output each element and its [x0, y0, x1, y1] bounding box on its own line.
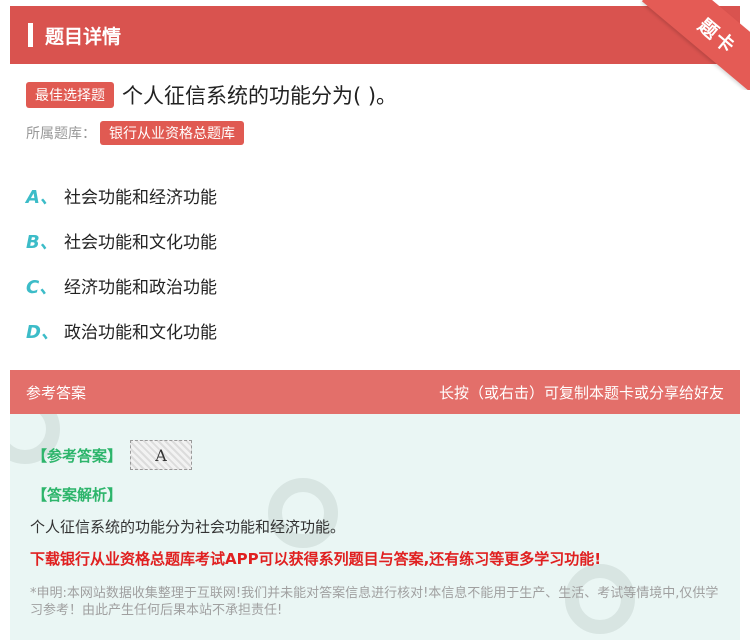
analysis-label: 【答案解析】: [32, 486, 123, 504]
question-type-tag: 最佳选择题: [26, 82, 114, 108]
answer-header-label: 参考答案: [26, 383, 87, 402]
option-letter: D、: [26, 321, 59, 343]
option-text: 社会功能和经济功能: [64, 188, 217, 208]
answer-panel: 【参考答案】 A 【答案解析】 个人征信系统的功能分为社会功能和经济功能。 下载…: [10, 414, 740, 640]
option-text: 社会功能和文化功能: [64, 233, 217, 253]
option-letter: B、: [26, 231, 58, 253]
options-list: A、 社会功能和经济功能 B、 社会功能和文化功能 C、 经济功能和政治功能 D…: [26, 173, 217, 353]
question-row: 最佳选择题 个人征信系统的功能分为( )。: [26, 80, 397, 110]
option-a[interactable]: A、 社会功能和经济功能: [26, 173, 217, 218]
option-text: 经济功能和政治功能: [64, 278, 217, 298]
option-letter: A、: [26, 186, 58, 208]
reference-answer-label: 【参考答案】: [32, 446, 123, 465]
option-d[interactable]: D、 政治功能和文化功能: [26, 308, 217, 353]
question-card-corner[interactable]: 题卡: [640, 0, 750, 90]
watermark-logo-icon: [268, 478, 338, 548]
option-c[interactable]: C、 经济功能和政治功能: [26, 263, 217, 308]
option-letter: C、: [26, 276, 58, 298]
page-title: 题目详情: [45, 25, 122, 48]
header-accent-bar: [28, 23, 33, 47]
analysis-text: 个人征信系统的功能分为社会功能和经济功能。: [30, 518, 346, 536]
question-text: 个人征信系统的功能分为( )。: [122, 84, 398, 108]
question-bank-row: 所属题库： 银行从业资格总题库: [26, 121, 244, 145]
question-bank-label: 所属题库：: [26, 126, 96, 142]
copy-share-hint: 长按（或右击）可复制本题卡或分享给好友: [438, 383, 724, 402]
question-bank-tag[interactable]: 银行从业资格总题库: [100, 121, 244, 145]
page-header: 题目详情: [10, 6, 740, 64]
disclaimer-text: *申明:本网站数据收集整理于互联网!我们并未能对答案信息进行核对!本信息不能用于…: [30, 586, 719, 618]
question-card-ribbon[interactable]: 题卡: [641, 0, 750, 90]
app-promo-text[interactable]: 下载银行从业资格总题库考试APP可以获得系列题目与答案,还有练习等更多学习功能!: [30, 548, 601, 569]
reference-answer-value: A: [130, 440, 193, 470]
option-text: 政治功能和文化功能: [64, 323, 217, 343]
answer-header: 参考答案 长按（或右击）可复制本题卡或分享给好友: [10, 370, 740, 414]
reference-answer-row: 【参考答案】 A: [32, 440, 193, 470]
option-b[interactable]: B、 社会功能和文化功能: [26, 218, 217, 263]
